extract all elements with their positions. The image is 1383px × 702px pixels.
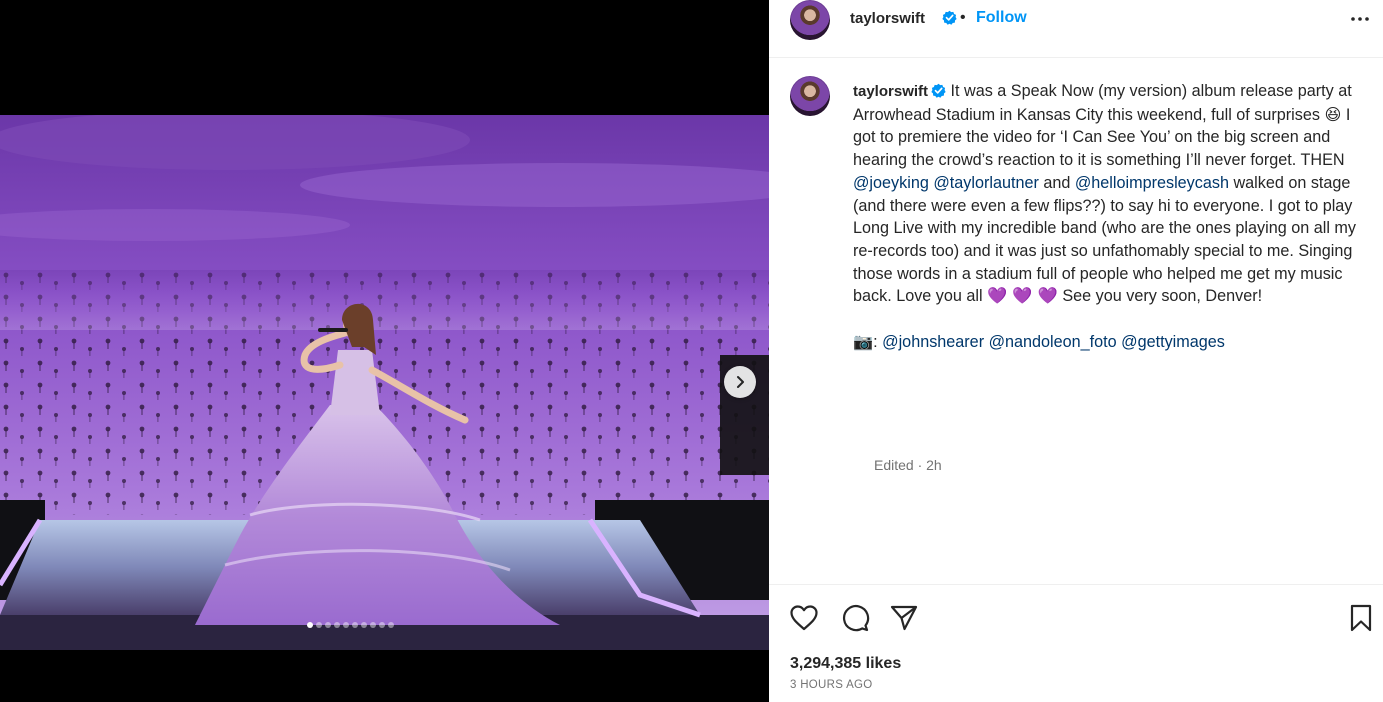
share-button[interactable] (889, 603, 919, 633)
comment-icon (842, 605, 870, 632)
mention-link[interactable]: @helloimpresleycash (1075, 174, 1229, 192)
heart-icon (790, 605, 818, 631)
more-options-button[interactable] (1345, 10, 1375, 28)
chevron-right-icon (737, 376, 744, 388)
like-button[interactable] (789, 603, 819, 633)
header-separator: • (960, 9, 966, 26)
carousel-dot (361, 622, 367, 628)
caption-meta: Edited · 2h (874, 457, 942, 473)
post-header: taylorswift • Follow (769, 0, 1383, 58)
carousel-dot (343, 622, 349, 628)
camera-emoji: 📷 (853, 331, 874, 351)
mention-link[interactable]: @gettyimages (1121, 333, 1225, 351)
carousel-dot (334, 622, 340, 628)
comment-button[interactable] (840, 603, 870, 633)
carousel-dot (307, 622, 313, 628)
post-actions: 3,294,385 likes 3 HOURS AGO (769, 584, 1383, 702)
caption-username[interactable]: taylorswift (853, 83, 928, 100)
carousel-dot (325, 622, 331, 628)
follow-button[interactable]: Follow (976, 9, 1027, 27)
carousel-dot (379, 622, 385, 628)
verified-badge-icon (931, 83, 946, 98)
header-username[interactable]: taylorswift (850, 10, 925, 27)
carousel-dot (316, 622, 322, 628)
more-options-icon (1351, 17, 1369, 21)
likes-count[interactable]: 3,294,385 likes (790, 655, 901, 673)
bookmark-icon (1350, 604, 1372, 632)
mention-link[interactable]: @nandoleon_foto (989, 333, 1117, 351)
next-slide-button[interactable] (724, 366, 756, 398)
laughing-emoji: 😆 (1324, 104, 1342, 124)
mention-link[interactable]: @taylorlautner (933, 174, 1039, 192)
mention-link[interactable]: @johnshearer (882, 333, 984, 351)
caption-avatar[interactable] (790, 76, 830, 116)
carousel-dot (388, 622, 394, 628)
post-photo[interactable] (0, 115, 769, 650)
save-button[interactable] (1346, 603, 1376, 633)
mention-link[interactable]: @joeyking (853, 174, 929, 192)
caption-segment: and (1038, 173, 1075, 192)
share-icon (890, 605, 918, 631)
carousel-dot (352, 622, 358, 628)
verified-badge-icon (942, 10, 957, 25)
post-side-panel: taylorswift • Follow taylorswift It was … (769, 0, 1383, 702)
credit-separator: : (873, 332, 883, 351)
carousel-dot (370, 622, 376, 628)
post-timestamp[interactable]: 3 HOURS AGO (790, 679, 873, 691)
avatar[interactable] (790, 0, 830, 40)
concert-photo-illustration (0, 115, 769, 650)
caption-segment: See you very soon, Denver! (1057, 287, 1263, 306)
post-media-pane (0, 0, 769, 702)
carousel-indicator (307, 622, 394, 628)
purple-heart-emoji: 💜 💜 💜 (987, 286, 1058, 306)
caption-segment: walked on stage (and there were even a f… (853, 173, 1356, 306)
caption-text: taylorswift It was a Speak Now (my versi… (853, 80, 1365, 353)
